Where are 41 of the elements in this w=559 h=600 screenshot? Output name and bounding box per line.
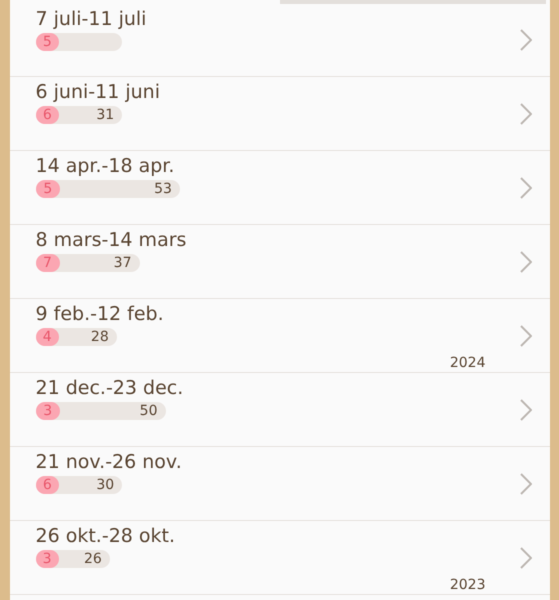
date-range: 6 juni-11 juni: [36, 81, 160, 103]
total-count: 50: [140, 403, 158, 419]
week-row[interactable]: 8 mars-14 mars 7 37: [10, 225, 550, 299]
week-row[interactable]: 9 feb.-12 feb. 4 28 2024: [10, 299, 550, 373]
count-badge: 3: [36, 550, 59, 568]
total-count: 53: [154, 181, 172, 197]
date-range: 21 dec.-23 dec.: [36, 377, 184, 399]
count-badge: 6: [36, 476, 60, 494]
week-row[interactable]: 21 nov.-26 nov. 6 30: [10, 447, 550, 521]
week-row[interactable]: 7 juli-11 juli 5: [10, 4, 550, 77]
count-badge: 5: [36, 180, 60, 198]
week-row[interactable]: 26 okt.-28 okt. 3 26 2023: [10, 521, 550, 595]
total-count: 31: [96, 107, 114, 123]
date-range: 9 feb.-12 feb.: [36, 303, 164, 325]
chevron-right-icon: [520, 176, 532, 198]
chevron-right-icon: [520, 102, 532, 124]
week-row[interactable]: 21 dec.-23 dec. 3 50: [10, 373, 550, 447]
year-label: 2023: [450, 577, 486, 593]
week-row[interactable]: 14 apr.-18 apr. 5 53: [10, 151, 550, 225]
chevron-right-icon: [520, 29, 532, 51]
chevron-right-icon: [520, 324, 532, 346]
total-count: 37: [114, 255, 132, 271]
date-range: 8 mars-14 mars: [36, 229, 186, 251]
week-row[interactable]: 6 juni-11 juni 6 31: [10, 77, 550, 151]
chevron-right-icon: [520, 398, 532, 420]
chevron-right-icon: [520, 472, 532, 494]
total-count: 28: [90, 329, 109, 345]
date-range: 14 apr.-18 apr.: [36, 155, 174, 177]
count-badge: 7: [36, 254, 60, 272]
chevron-right-icon: [520, 546, 532, 568]
date-range: 21 nov.-26 nov.: [36, 451, 182, 473]
count-badge: 5: [36, 32, 60, 50]
chevron-right-icon: [520, 250, 532, 272]
total-count: 26: [84, 551, 102, 567]
year-label: 2024: [450, 355, 486, 371]
count-badge: 6: [36, 106, 60, 124]
date-range: 7 juli-11 juli: [36, 8, 146, 30]
date-range: 26 okt.-28 okt.: [36, 525, 176, 547]
count-badge: 3: [36, 402, 60, 420]
count-badge: 4: [36, 328, 59, 346]
total-count: 30: [96, 477, 114, 493]
